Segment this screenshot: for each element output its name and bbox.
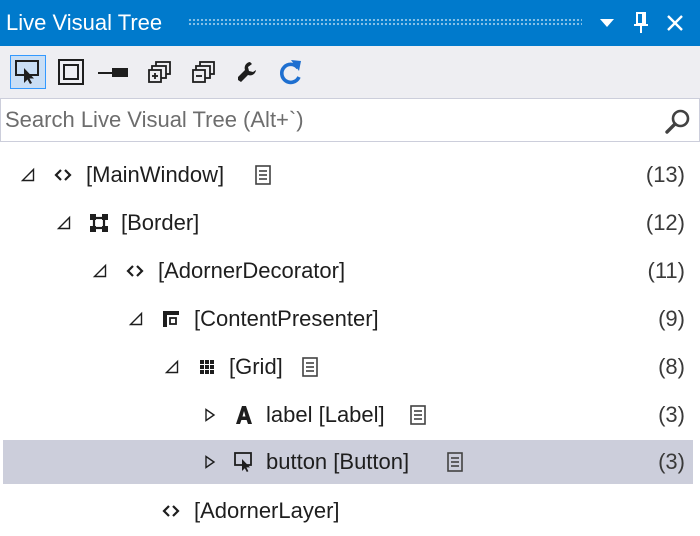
node-label: button [Button] xyxy=(266,449,410,474)
grid-icon xyxy=(200,360,214,374)
search-icon[interactable] xyxy=(665,108,691,134)
tree-row-mainwindow[interactable]: [MainWindow] (13) xyxy=(3,154,693,196)
properties-icon[interactable] xyxy=(300,357,320,377)
content-presenter-icon xyxy=(163,311,179,327)
node-label: [Grid] xyxy=(229,354,283,379)
show-just-my-xaml-icon[interactable] xyxy=(142,55,178,89)
xaml-tag-icon xyxy=(54,169,72,181)
border-icon xyxy=(90,214,108,232)
close-icon[interactable] xyxy=(660,8,690,38)
expander-collapsed-icon[interactable] xyxy=(203,408,217,422)
search-input[interactable] xyxy=(5,103,655,137)
properties-icon[interactable] xyxy=(408,405,428,425)
node-label: label [Label] xyxy=(266,402,385,427)
descendant-count: (3) xyxy=(658,402,685,427)
live-visual-tree-panel: Live Visual Tree Search Live Visual Tree… xyxy=(0,0,700,536)
descendant-count: (13) xyxy=(645,162,685,187)
properties-icon[interactable] xyxy=(445,452,465,472)
title-bar[interactable]: Live Visual Tree xyxy=(0,0,700,46)
tree-row-label[interactable]: label [Label] (3) xyxy=(3,394,693,436)
node-label: [AdornerLayer] xyxy=(194,498,340,523)
descendant-count: (8) xyxy=(658,354,685,379)
expand-all-icon[interactable] xyxy=(186,55,222,89)
select-element-icon[interactable] xyxy=(10,55,46,89)
window-title: Live Visual Tree xyxy=(6,10,163,35)
search-box xyxy=(0,98,700,142)
node-label: [Border] xyxy=(121,210,200,235)
descendant-count: (9) xyxy=(658,306,685,331)
tree-row-button[interactable]: button [Button] (3) xyxy=(3,440,693,484)
wrench-icon[interactable] xyxy=(230,55,266,89)
node-label: [AdornerDecorator] xyxy=(158,258,346,283)
tree-row-adornerdecorator[interactable]: [AdornerDecorator] (11) xyxy=(3,250,693,292)
tree-row-contentpresenter[interactable]: [ContentPresenter] (9) xyxy=(3,298,693,340)
node-label: [MainWindow] xyxy=(86,162,225,187)
visual-tree: [MainWindow] (13) [Border] (12) [Adorner… xyxy=(0,150,700,536)
refresh-icon[interactable] xyxy=(273,55,309,89)
xaml-tag-icon xyxy=(126,265,144,277)
descendant-count: (11) xyxy=(647,258,686,283)
tree-row-adornerlayer[interactable]: [AdornerLayer] xyxy=(3,490,693,532)
display-layout-adorners-icon[interactable] xyxy=(53,55,89,89)
track-focused-element-icon[interactable] xyxy=(96,55,132,89)
properties-icon[interactable] xyxy=(253,165,273,185)
button-icon xyxy=(234,452,252,472)
dropdown-icon[interactable] xyxy=(592,8,622,38)
expander-expanded-icon[interactable] xyxy=(20,167,35,182)
toolbar xyxy=(0,46,700,98)
expander-expanded-icon[interactable] xyxy=(128,311,143,326)
expander-expanded-icon[interactable] xyxy=(56,215,71,230)
expander-expanded-icon[interactable] xyxy=(164,359,179,374)
xaml-tag-icon xyxy=(162,505,180,517)
tree-row-border[interactable]: [Border] (12) xyxy=(3,202,693,244)
pin-icon[interactable] xyxy=(626,8,656,38)
label-icon xyxy=(236,406,252,424)
node-label: [ContentPresenter] xyxy=(194,306,379,331)
expander-expanded-icon[interactable] xyxy=(92,263,107,278)
expander-collapsed-icon[interactable] xyxy=(203,455,217,469)
drag-grip[interactable] xyxy=(188,18,582,26)
tree-row-grid[interactable]: [Grid] (8) xyxy=(3,346,693,388)
descendant-count: (12) xyxy=(645,210,685,235)
descendant-count: (3) xyxy=(658,449,685,474)
